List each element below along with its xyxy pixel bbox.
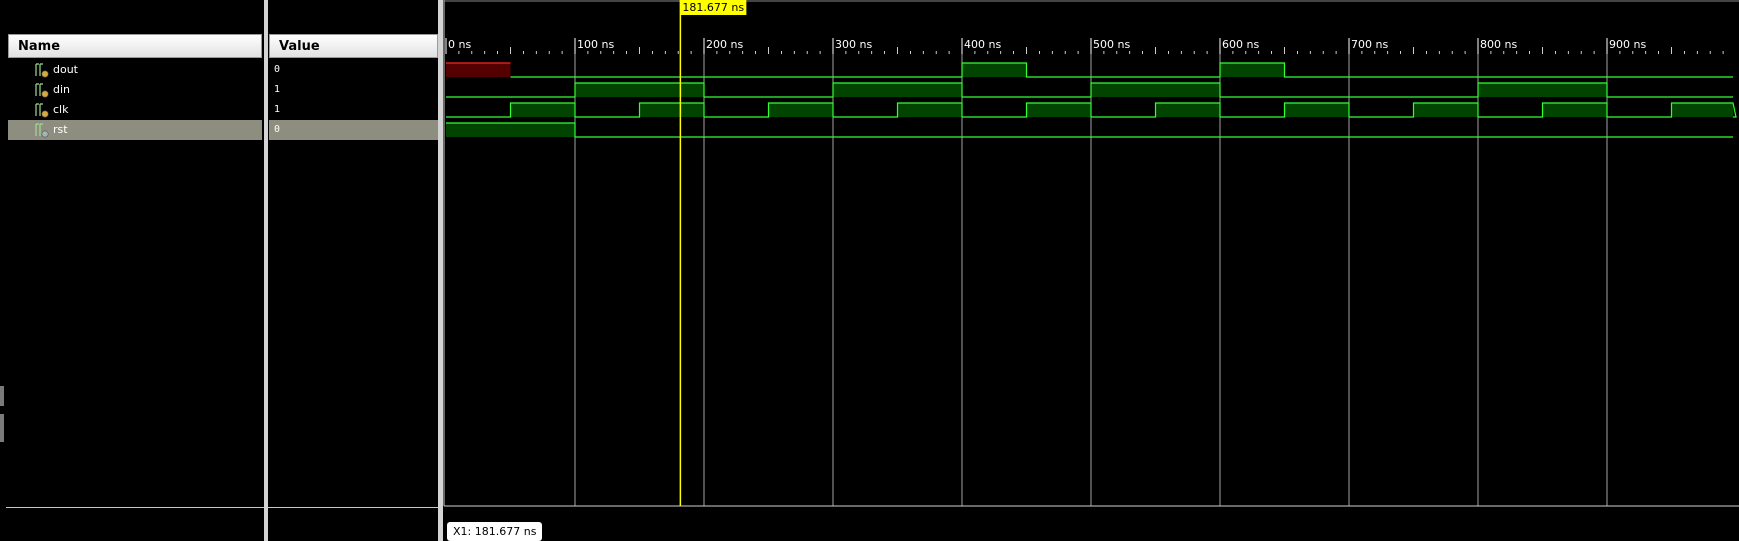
signal-input-icon [33, 82, 53, 98]
wave-clk-high-fill [510, 103, 575, 117]
wave-rst[interactable] [446, 122, 1733, 138]
signal-input-icon [33, 102, 53, 118]
tick-label: 800 ns [1480, 38, 1517, 51]
wave-clk-high-fill [1155, 103, 1220, 117]
signal-row-dout[interactable]: dout [8, 60, 262, 80]
signal-input-icon [33, 122, 53, 138]
signal-name: rst [53, 123, 68, 136]
wave-din-high-fill [575, 83, 704, 97]
name-pane: Name dout din clk rst [6, 0, 264, 541]
left-edge-handle-lower[interactable] [0, 414, 4, 442]
signal-value-din: 1 [274, 84, 281, 95]
wave-rst-high-fill [446, 123, 575, 137]
signal-row-rst[interactable]: rst [8, 120, 262, 140]
wave-din-high-fill [1091, 83, 1220, 97]
signal-output-icon [33, 62, 53, 78]
signal-row-din[interactable]: din [8, 80, 262, 100]
value-pane: Value 0 1 1 0 [268, 0, 438, 541]
tick-label: 600 ns [1222, 38, 1259, 51]
signal-value-clk: 1 [274, 104, 281, 115]
left-edge-handle-upper[interactable] [0, 386, 4, 406]
wave-clk[interactable] [446, 102, 1737, 118]
name-pane-bottom-divider [6, 507, 264, 508]
signal-name: dout [53, 63, 78, 76]
signal-value-dout: 0 [274, 64, 281, 75]
tick-label: 900 ns [1609, 38, 1646, 51]
wave-din-high-fill [833, 83, 962, 97]
wave-clk-high-fill [1026, 103, 1091, 117]
wave-clk-high-fill [768, 103, 833, 117]
waveform-canvas[interactable]: 0 ns 100 ns 200 ns 300 ns 400 ns 500 ns 600 ns… [443, 0, 1739, 541]
wave-clk-high-fill [1671, 103, 1733, 117]
wave-clk-high-fill [1542, 103, 1607, 117]
tick-label: 0 ns [448, 38, 471, 51]
wave-clk-high-fill [639, 103, 704, 117]
time-cursor-label: 181.677 ns [682, 1, 744, 14]
tick-label: 300 ns [835, 38, 872, 51]
wave-din-high-fill [1478, 83, 1607, 97]
signal-name: clk [53, 103, 69, 116]
signal-name: din [53, 83, 71, 96]
wave-dout[interactable] [510, 62, 1734, 78]
signal-value-rst: 0 [269, 120, 438, 140]
tick-label: 700 ns [1351, 38, 1388, 51]
tick-label: 400 ns [964, 38, 1001, 51]
value-column-header[interactable]: Value [269, 34, 438, 58]
value-pane-bottom-divider [268, 507, 438, 508]
wave-dout-high-fill [962, 63, 1027, 77]
tick-label: 200 ns [706, 38, 743, 51]
signal-row-clk[interactable]: clk [8, 100, 262, 120]
wave-clk-high-fill [1284, 103, 1349, 117]
tick-label: 500 ns [1093, 38, 1130, 51]
wave-clk-high-fill [1413, 103, 1478, 117]
wave-dout-undefined [446, 63, 511, 77]
wave-dout-high-fill [1220, 63, 1285, 77]
cursor-readout: X1: 181.677 ns [447, 522, 543, 541]
wave-clk-high-fill [897, 103, 962, 117]
tick-label: 100 ns [577, 38, 614, 51]
name-column-header[interactable]: Name [8, 34, 262, 58]
